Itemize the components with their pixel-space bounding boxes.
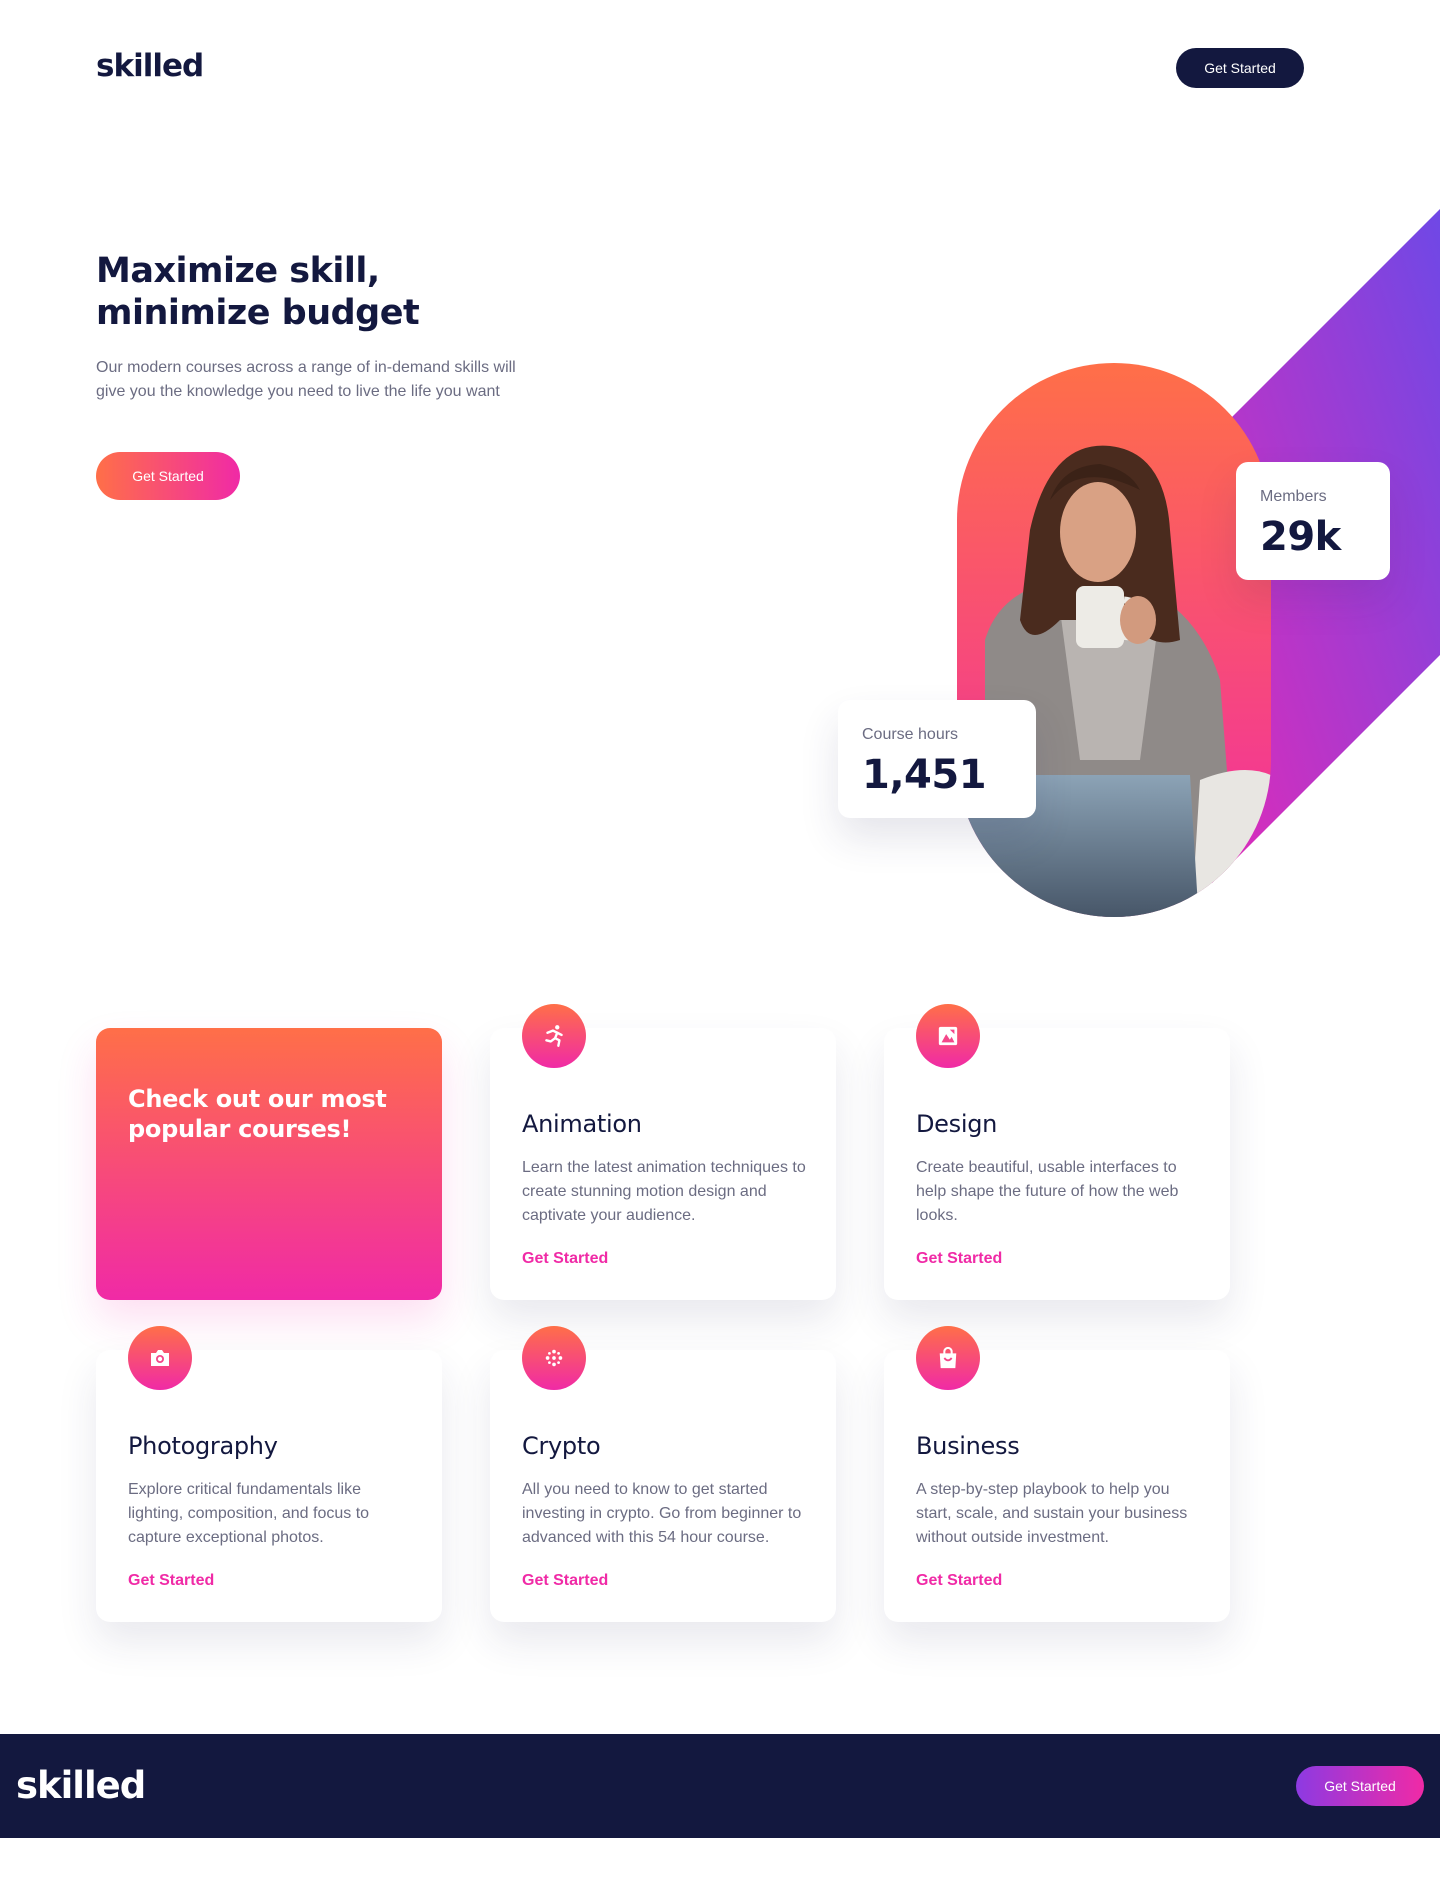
members-value: 29k (1260, 514, 1341, 560)
course-get-started-link[interactable]: Get Started (522, 1250, 608, 1268)
course-card-business: Business A step-by-step playbook to help… (884, 1326, 1230, 1622)
footer: skilled Get Started (0, 1734, 1440, 1838)
course-get-started-link[interactable]: Get Started (916, 1250, 1002, 1268)
members-label: Members (1260, 488, 1327, 505)
shopping-bag-icon (916, 1326, 980, 1390)
course-card-photography: Photography Explore critical fundamental… (96, 1326, 442, 1622)
gradient-pill (957, 363, 1271, 917)
course-title: Business (916, 1432, 1020, 1460)
footer-get-started-button[interactable]: Get Started (1296, 1766, 1424, 1806)
course-card-design: Design Create beautiful, usable interfac… (884, 1004, 1230, 1300)
course-title: Photography (128, 1432, 278, 1460)
woman-photo (957, 445, 1271, 917)
course-description: Create beautiful, usable interfaces to h… (916, 1159, 1179, 1224)
course-title: Design (916, 1110, 998, 1138)
promo-title: Check out our most popular courses! (128, 1085, 387, 1143)
course-description: Explore critical fundamentals like light… (128, 1481, 370, 1546)
hero-get-started-button[interactable]: Get Started (96, 452, 240, 500)
course-hours-stat-card: Course hours 1,451 (838, 700, 1036, 818)
hero-description: Our modern courses across a range of in-… (96, 359, 516, 400)
course-card-crypto: Crypto All you need to know to get start… (490, 1326, 836, 1622)
course-card-animation: Animation Learn the latest animation tec… (490, 1004, 836, 1300)
hero-title: Maximize skill, minimize budget (96, 251, 420, 333)
footer-logo[interactable]: skilled (16, 1764, 146, 1807)
image-icon (916, 1004, 980, 1068)
course-title: Crypto (522, 1432, 601, 1460)
course-description: Learn the latest animation techniques to… (522, 1159, 806, 1224)
camera-icon (128, 1326, 192, 1390)
course-description: A step-by-step playbook to help you star… (916, 1481, 1188, 1546)
course-hours-label: Course hours (862, 726, 959, 743)
course-get-started-link[interactable]: Get Started (128, 1572, 214, 1590)
popular-courses-promo: Check out our most popular courses! (96, 1028, 442, 1300)
course-get-started-link[interactable]: Get Started (522, 1572, 608, 1590)
header-get-started-button[interactable]: Get Started (1176, 48, 1304, 88)
course-hours-value: 1,451 (862, 752, 987, 798)
logo[interactable]: skilled (96, 48, 204, 84)
crypto-dots-icon (522, 1326, 586, 1390)
course-get-started-link[interactable]: Get Started (916, 1572, 1002, 1590)
running-person-icon (522, 1004, 586, 1068)
members-stat-card: Members 29k (1236, 462, 1390, 580)
course-description: All you need to know to get started inve… (522, 1481, 802, 1546)
course-title: Animation (522, 1110, 642, 1138)
